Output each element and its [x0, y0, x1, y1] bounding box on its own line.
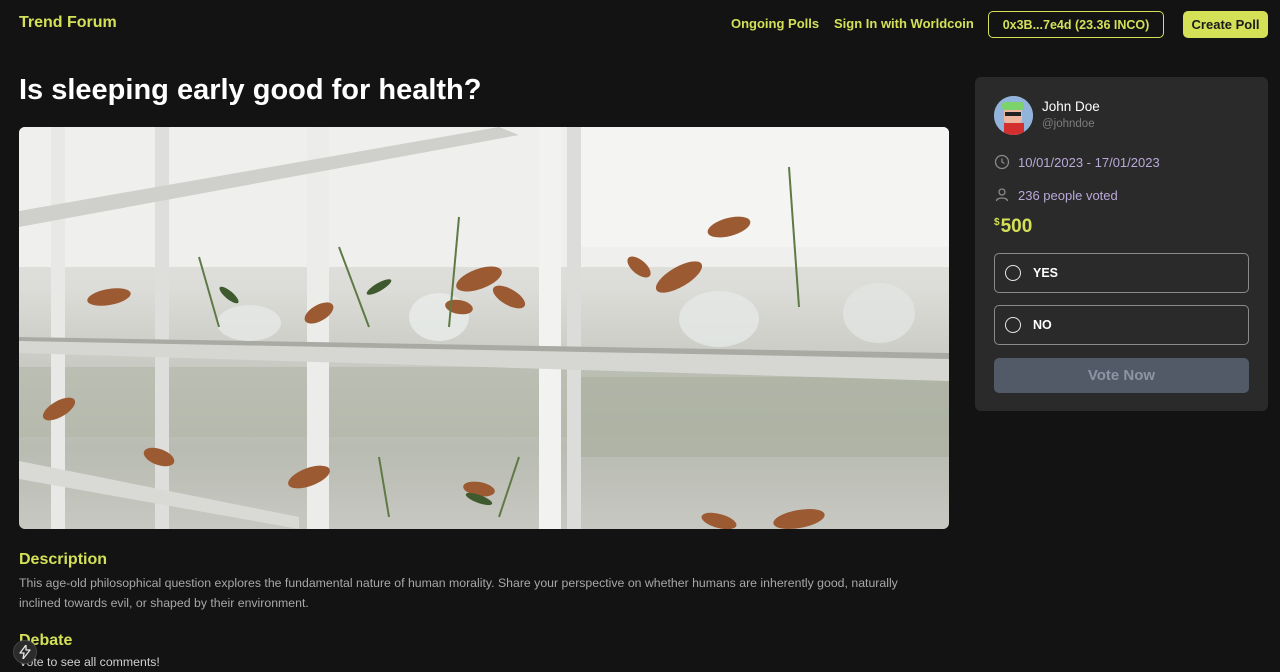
option-no-label: NO	[1033, 318, 1052, 332]
window-shelf-illustration	[19, 127, 949, 529]
user-icon	[994, 187, 1010, 203]
nav-ongoing-polls[interactable]: Ongoing Polls	[731, 16, 819, 31]
top-nav-bar: Trend Forum Ongoing Polls Sign In with W…	[0, 0, 1280, 48]
avatar[interactable]	[994, 96, 1033, 135]
description-text: This age-old philosophical question expl…	[19, 576, 898, 610]
radio-yes[interactable]	[1005, 265, 1021, 281]
option-yes[interactable]: YES	[994, 253, 1249, 293]
brand-logo[interactable]: Trend Forum	[19, 14, 117, 32]
avatar-image	[994, 96, 1033, 135]
option-no[interactable]: NO	[994, 305, 1249, 345]
nav-sign-in-worldcoin[interactable]: Sign In with Worldcoin	[834, 16, 974, 31]
vote-count-text: 236 people voted	[1018, 187, 1118, 203]
poll-hero-image	[19, 127, 949, 529]
wallet-address-button[interactable]: 0x3B...7e4d (23.36 INCO)	[988, 11, 1164, 38]
author-name[interactable]: John Doe	[1042, 99, 1100, 114]
vote-now-button[interactable]: Vote Now	[994, 358, 1249, 393]
radio-no[interactable]	[1005, 317, 1021, 333]
prize-amount: $500	[994, 216, 1032, 238]
bolt-icon-glyph	[19, 645, 31, 659]
clock-icon	[994, 154, 1010, 170]
poll-title: Is sleeping early good for health?	[19, 74, 482, 106]
date-range-text: 10/01/2023 - 17/01/2023	[1018, 154, 1160, 170]
debate-prompt: Vote to see all comments!	[19, 655, 160, 669]
create-poll-button[interactable]: Create Poll	[1183, 11, 1268, 38]
poll-sidebar-card: John Doe @johndoe 10/01/2023 - 17/01/202…	[975, 77, 1268, 411]
prize-value: 500	[1000, 216, 1033, 237]
vote-count: 236 people voted	[994, 187, 1118, 203]
poll-date-range: 10/01/2023 - 17/01/2023	[994, 154, 1160, 170]
option-yes-label: YES	[1033, 266, 1059, 280]
author-handle: @johndoe	[1042, 118, 1095, 130]
prize-currency: $	[994, 216, 1000, 228]
description-heading: Description	[19, 551, 108, 568]
bolt-icon[interactable]	[13, 640, 37, 664]
